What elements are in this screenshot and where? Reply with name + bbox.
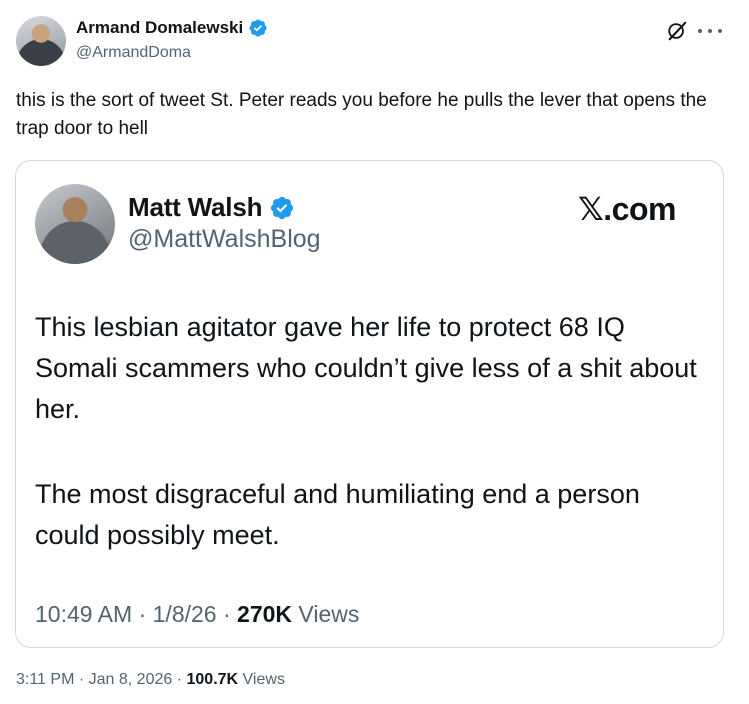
tweet-time[interactable]: 3:11 PM [16, 671, 74, 688]
quoted-views-count: 270K [237, 601, 293, 627]
quoted-date: 1/8/26 [152, 601, 217, 627]
tweet: Armand Domalewski @ArmandDoma this is th… [0, 0, 749, 704]
more-dot [708, 29, 712, 33]
views-label[interactable]: Views [243, 671, 285, 688]
quoted-avatar [35, 184, 115, 264]
quoted-views-label: Views [298, 601, 360, 627]
quoted-tweet-card[interactable]: Matt Walsh @MattWalshBlog 𝕏.com This les… [15, 160, 724, 648]
more-icon[interactable] [698, 20, 722, 42]
tweet-date[interactable]: Jan 8, 2026 [89, 671, 173, 688]
quoted-author-row: Matt Walsh [128, 192, 295, 223]
separator: · [78, 671, 85, 688]
quoted-author-handle: @MattWalshBlog [128, 225, 321, 253]
separator: · [176, 671, 183, 688]
views-count[interactable]: 100.7K [187, 671, 239, 688]
more-dot [718, 29, 722, 33]
more-dot [698, 29, 702, 33]
quoted-author-name: Matt Walsh [128, 192, 263, 222]
grok-icon[interactable] [666, 20, 688, 42]
avatar[interactable] [16, 16, 66, 66]
tweet-meta: 3:11 PM · Jan 8, 2026 · 100.7K Views [16, 671, 285, 689]
quoted-time: 10:49 AM [35, 601, 133, 627]
quoted-meta: 10:49 AM · 1/8/26 · 270K Views [35, 601, 359, 628]
author-handle[interactable]: @ArmandDoma [76, 44, 191, 62]
verified-badge-icon [271, 196, 294, 219]
separator: · [222, 601, 231, 627]
separator: · [138, 601, 147, 627]
verified-badge-icon [249, 19, 267, 37]
quoted-text-paragraph-2: The most disgraceful and humiliating end… [35, 479, 640, 550]
quoted-text-paragraph-1: This lesbian agitator gave her life to p… [35, 312, 697, 424]
author-row: Armand Domalewski [76, 18, 268, 38]
x-com-logo: 𝕏.com [578, 191, 676, 227]
tweet-text: this is the sort of tweet St. Peter read… [16, 90, 707, 139]
author-name[interactable]: Armand Domalewski [76, 18, 243, 38]
